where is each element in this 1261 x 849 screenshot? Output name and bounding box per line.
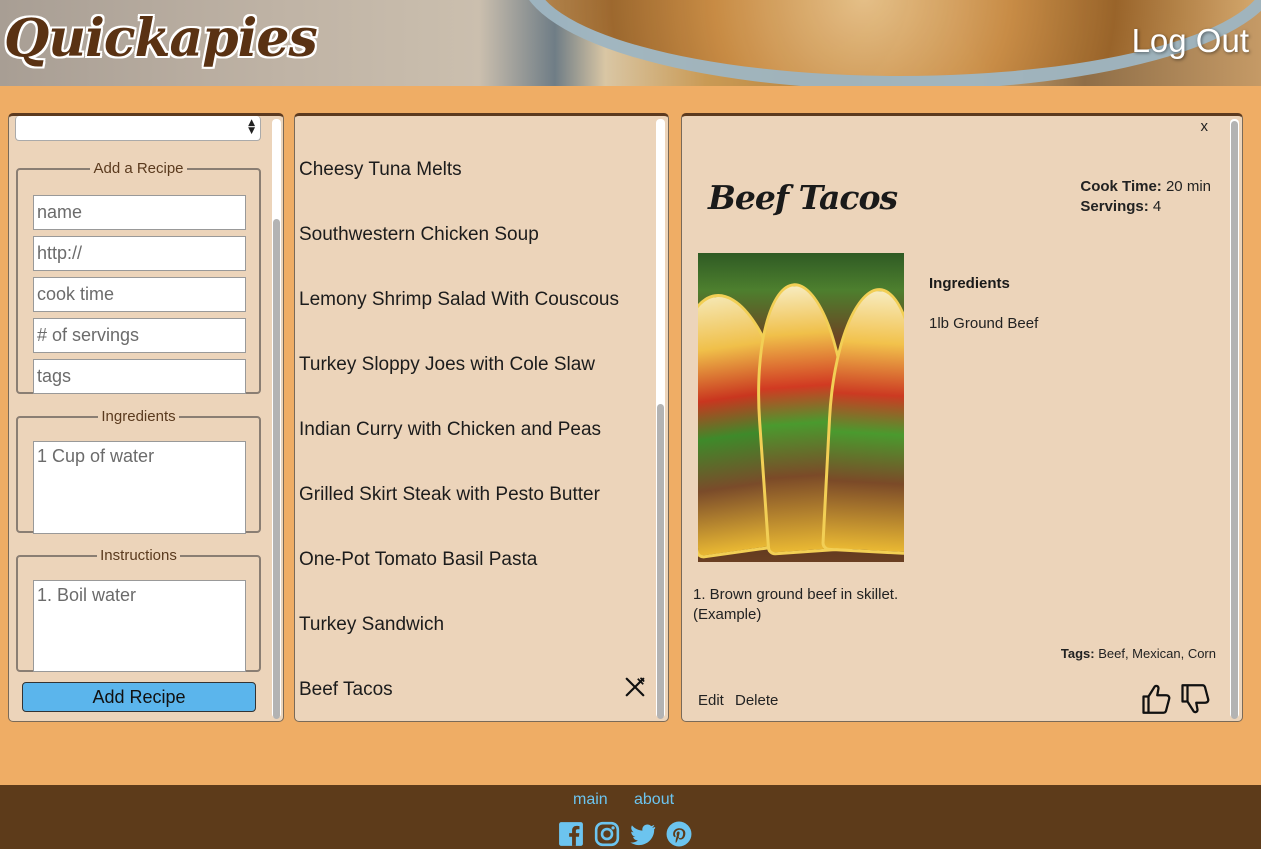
recipe-select[interactable]: ▲ ▼ — [15, 116, 261, 141]
right-scrollbar[interactable] — [1230, 119, 1239, 719]
recipe-item[interactable]: Indian Curry with Chicken and Peas — [299, 419, 649, 441]
servings-label: Servings: — [1080, 198, 1149, 215]
instructions-textarea[interactable]: 1. Boil water — [33, 580, 246, 672]
instruction-line: (Example) — [693, 606, 762, 623]
ingredients-heading: Ingredients — [929, 275, 1010, 292]
recipe-item[interactable]: One-Pot Tomato Basil Pasta — [299, 549, 649, 571]
instruction-line: 1. Brown ground beef in skillet. — [693, 586, 899, 603]
recipe-item[interactable]: Turkey Sloppy Joes with Cole Slaw — [299, 354, 649, 376]
select-arrows-icon: ▲ ▼ — [248, 118, 255, 136]
add-recipe-legend: Add a Recipe — [93, 160, 184, 177]
cook-time-input[interactable]: cook time — [33, 277, 246, 312]
instructions-text: 1. Brown ground beef in skillet. (Exampl… — [693, 585, 933, 625]
fork-knife-icon[interactable] — [624, 676, 646, 698]
footer-link-main[interactable]: main — [573, 791, 608, 809]
instructions-legend: Instructions — [100, 547, 177, 564]
mid-scrollbar[interactable] — [656, 119, 665, 719]
servings-value: 4 — [1152, 198, 1162, 215]
facebook-icon[interactable] — [558, 821, 584, 847]
name-input[interactable]: name — [33, 195, 246, 230]
tags-value: Beef, Mexican, Corn — [1098, 646, 1216, 661]
recipe-item[interactable]: Grilled Skirt Steak with Pesto Butter — [299, 484, 649, 506]
twitter-icon[interactable] — [630, 821, 656, 847]
add-recipe-fieldset: Add a Recipe name http:// cook time # of… — [16, 160, 261, 394]
tags-input[interactable]: tags — [33, 359, 246, 394]
right-scrollbar-thumb[interactable] — [1231, 121, 1238, 719]
pinterest-icon[interactable] — [666, 821, 692, 847]
edit-button[interactable]: Edit — [698, 692, 724, 709]
mid-scrollbar-thumb[interactable] — [657, 404, 664, 719]
left-scrollbar[interactable] — [272, 119, 281, 719]
thumbs-down-icon[interactable] — [1180, 682, 1210, 716]
taco-shape — [821, 285, 904, 556]
tags-label: Tags: — [1060, 646, 1095, 661]
servings-input[interactable]: # of servings — [33, 318, 246, 353]
footer-link-about[interactable]: about — [634, 791, 674, 809]
logout-button[interactable]: Log Out — [1132, 22, 1249, 60]
recipe-title: Beef Tacos — [708, 178, 898, 217]
left-scrollbar-thumb[interactable] — [273, 219, 280, 719]
header-banner: Quickapies Log Out — [0, 0, 1261, 86]
thumbs-up-icon[interactable] — [1141, 682, 1171, 716]
cook-time-label: Cook Time: — [1080, 178, 1162, 195]
ingredients-fieldset: Ingredients 1 Cup of water — [16, 408, 261, 534]
add-recipe-panel: ▲ ▼ Add a Recipe name http:// cook time #… — [8, 113, 284, 722]
instagram-icon[interactable] — [594, 821, 620, 847]
footer: main about — [0, 785, 1261, 849]
cook-time-value: 20 min — [1165, 178, 1211, 195]
recipe-item-selected[interactable]: Beef Tacos — [299, 679, 649, 701]
delete-button[interactable]: Delete — [735, 692, 778, 709]
recipe-item[interactable]: Lemony Shrimp Salad With Couscous — [299, 289, 649, 311]
ingredients-legend: Ingredients — [101, 408, 176, 425]
recipe-detail-panel: x Beef Tacos Cook Time: 20 min Servings:… — [681, 113, 1243, 722]
recipe-item[interactable]: Turkey Sandwich — [299, 614, 649, 636]
instructions-fieldset: Instructions 1. Boil water — [16, 547, 261, 672]
recipe-photo — [698, 253, 904, 562]
recipe-item[interactable]: Southwestern Chicken Soup — [299, 224, 649, 246]
app-logo[interactable]: Quickapies — [4, 8, 318, 69]
close-button[interactable]: x — [1201, 118, 1209, 135]
ingredient-item: 1lb Ground Beef — [929, 315, 1039, 332]
recipe-list-panel: Cheesy Tuna Melts Southwestern Chicken S… — [294, 113, 669, 722]
url-input[interactable]: http:// — [33, 236, 246, 271]
recipe-tags: Tags: Beef, Mexican, Corn — [1061, 646, 1216, 661]
add-recipe-button[interactable]: Add Recipe — [22, 682, 256, 712]
ingredients-textarea[interactable]: 1 Cup of water — [33, 441, 246, 534]
recipe-meta: Cook Time: 20 min Servings: 4 — [1080, 177, 1211, 217]
recipe-item[interactable]: Cheesy Tuna Melts — [299, 159, 649, 181]
